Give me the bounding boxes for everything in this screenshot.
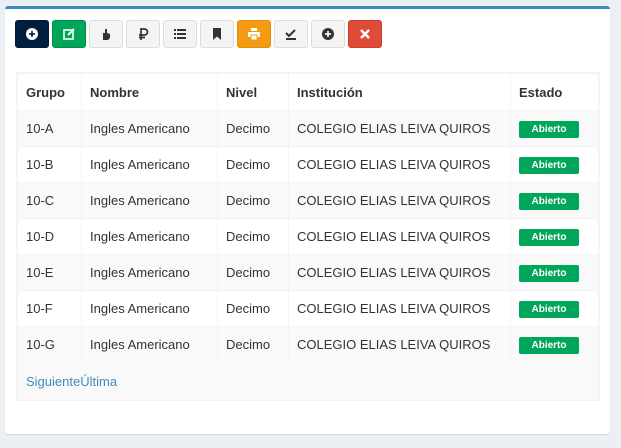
status-badge: Abierto	[519, 228, 579, 246]
cell-grupo: 10-A	[17, 110, 82, 147]
header-estado[interactable]: Estado	[510, 73, 599, 111]
cell-grupo: 10-D	[17, 218, 82, 255]
check-icon	[285, 29, 296, 40]
bookmark-icon	[213, 28, 221, 40]
delete-button[interactable]	[348, 20, 382, 48]
assign-button[interactable]	[89, 20, 123, 48]
table-row[interactable]: 10-E Ingles Americano Decimo COLEGIO ELI…	[17, 254, 599, 291]
pagination: SiguienteÚltima	[17, 362, 599, 400]
status-badge: Abierto	[519, 192, 579, 210]
hand-icon	[103, 29, 110, 40]
cell-institucion: COLEGIO ELIAS LEIVA QUIROS	[288, 146, 511, 183]
header-grupo[interactable]: Grupo	[17, 73, 82, 111]
cell-grupo: 10-F	[17, 290, 82, 327]
cell-institucion: COLEGIO ELIAS LEIVA QUIROS	[288, 290, 511, 327]
header-institucion[interactable]: Institución	[288, 73, 511, 111]
cell-nivel: Decimo	[217, 110, 289, 147]
add-secondary-button[interactable]	[311, 20, 345, 48]
add-button[interactable]	[15, 20, 49, 48]
cell-nombre: Ingles Americano	[81, 218, 218, 255]
payment-button[interactable]	[126, 20, 160, 48]
plus-circle-icon	[26, 28, 38, 40]
cell-nombre: Ingles Americano	[81, 110, 218, 147]
cell-institucion: COLEGIO ELIAS LEIVA QUIROS	[288, 218, 511, 255]
table-row[interactable]: 10-G Ingles Americano Decimo COLEGIO ELI…	[17, 326, 599, 363]
cell-estado: Abierto	[510, 182, 599, 219]
bookmark-button[interactable]	[200, 20, 234, 48]
edit-icon	[63, 28, 75, 40]
cell-estado: Abierto	[510, 254, 599, 291]
groups-table-wrapper: Grupo Nombre Nivel Institución Estado 10…	[16, 72, 600, 401]
cell-institucion: COLEGIO ELIAS LEIVA QUIROS	[288, 182, 511, 219]
cell-estado: Abierto	[510, 290, 599, 327]
table-header-row: Grupo Nombre Nivel Institución Estado	[17, 73, 599, 111]
header-nombre[interactable]: Nombre	[81, 73, 218, 111]
cell-estado: Abierto	[510, 218, 599, 255]
status-badge: Abierto	[519, 120, 579, 138]
cell-grupo: 10-B	[17, 146, 82, 183]
print-button[interactable]	[237, 20, 271, 48]
cell-nivel: Decimo	[217, 326, 289, 363]
groups-panel: Grupo Nombre Nivel Institución Estado 10…	[5, 6, 610, 434]
header-nivel[interactable]: Nivel	[217, 73, 289, 111]
cell-estado: Abierto	[510, 110, 599, 147]
cell-grupo: 10-C	[17, 182, 82, 219]
pagination-next-link[interactable]: Siguiente	[26, 374, 80, 389]
cell-nombre: Ingles Americano	[81, 182, 218, 219]
cell-grupo: 10-G	[17, 326, 82, 363]
status-badge: Abierto	[519, 156, 579, 174]
cell-nombre: Ingles Americano	[81, 290, 218, 327]
table-row[interactable]: 10-A Ingles Americano Decimo COLEGIO ELI…	[17, 110, 599, 147]
approve-button[interactable]	[274, 20, 308, 48]
cell-grupo: 10-E	[17, 254, 82, 291]
close-icon	[360, 29, 370, 39]
ruble-icon	[139, 28, 149, 40]
list-icon	[174, 29, 186, 39]
table-row[interactable]: 10-C Ingles Americano Decimo COLEGIO ELI…	[17, 182, 599, 219]
groups-table: Grupo Nombre Nivel Institución Estado 10…	[17, 73, 599, 400]
cell-institucion: COLEGIO ELIAS LEIVA QUIROS	[288, 254, 511, 291]
table-row[interactable]: 10-B Ingles Americano Decimo COLEGIO ELI…	[17, 146, 599, 183]
table-row[interactable]: 10-F Ingles Americano Decimo COLEGIO ELI…	[17, 290, 599, 327]
status-badge: Abierto	[519, 336, 579, 354]
cell-nivel: Decimo	[217, 254, 289, 291]
cell-institucion: COLEGIO ELIAS LEIVA QUIROS	[288, 326, 511, 363]
cell-nombre: Ingles Americano	[81, 146, 218, 183]
plus-circle-icon	[322, 28, 334, 40]
cell-nivel: Decimo	[217, 218, 289, 255]
cell-nivel: Decimo	[217, 182, 289, 219]
cell-nombre: Ingles Americano	[81, 254, 218, 291]
pagination-last-link[interactable]: Última	[80, 374, 117, 389]
cell-nombre: Ingles Americano	[81, 326, 218, 363]
cell-nivel: Decimo	[217, 146, 289, 183]
list-button[interactable]	[163, 20, 197, 48]
cell-institucion: COLEGIO ELIAS LEIVA QUIROS	[288, 110, 511, 147]
cell-estado: Abierto	[510, 326, 599, 363]
cell-estado: Abierto	[510, 146, 599, 183]
status-badge: Abierto	[519, 264, 579, 282]
pagination-row: SiguienteÚltima	[17, 362, 599, 400]
cell-nivel: Decimo	[217, 290, 289, 327]
table-row[interactable]: 10-D Ingles Americano Decimo COLEGIO ELI…	[17, 218, 599, 255]
print-icon	[248, 28, 260, 41]
edit-button[interactable]	[52, 20, 86, 48]
status-badge: Abierto	[519, 300, 579, 318]
